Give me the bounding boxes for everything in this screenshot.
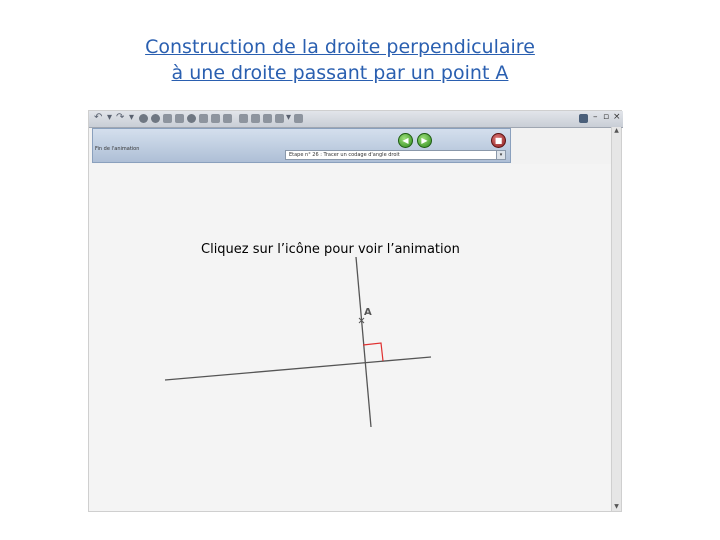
instruction-text: Cliquez sur l’icône pour voir l’animatio… — [201, 242, 460, 257]
base-line — [164, 356, 432, 381]
geometry-drawing: A — [164, 256, 432, 428]
perpendicular-line — [355, 256, 372, 428]
right-angle-mark — [362, 342, 384, 362]
point-a-label: A — [364, 307, 372, 318]
